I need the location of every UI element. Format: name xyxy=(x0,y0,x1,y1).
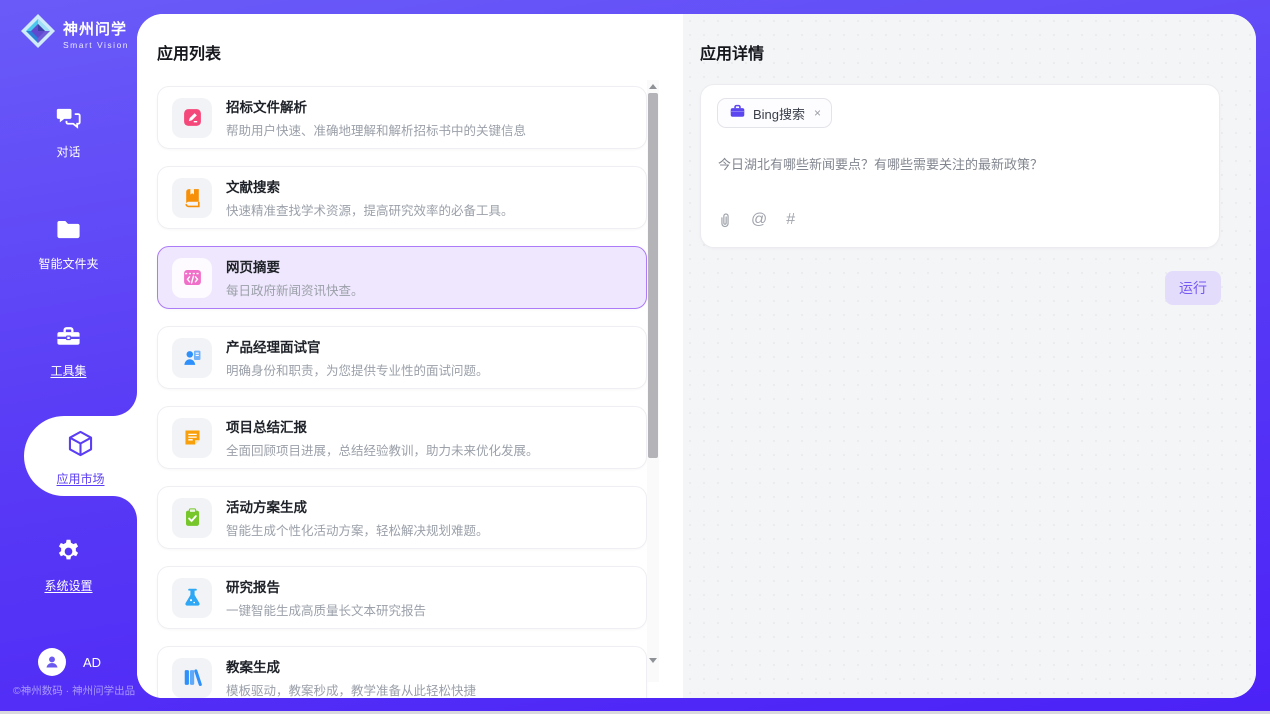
folder-icon xyxy=(55,216,82,248)
tag-label: Bing搜索 xyxy=(753,104,805,123)
browser-icon xyxy=(172,258,212,298)
brand-subtitle: Smart Vision xyxy=(63,40,129,50)
sidebar-item-folder[interactable]: 智能文件夹 xyxy=(0,216,137,272)
user-avatar-icon xyxy=(38,648,66,676)
user-account[interactable]: AD xyxy=(38,648,101,676)
brand-diamond-icon xyxy=(20,13,56,54)
scrollbar[interactable] xyxy=(647,80,659,682)
clipboard-icon xyxy=(172,498,212,538)
app-card[interactable]: 研究报告 一键智能生成高质量长文本研究报告 xyxy=(157,566,647,629)
sidebar-item-cube[interactable]: 应用市场 xyxy=(24,429,137,487)
copyright-text: ©神州数码 · 神州问学出品 xyxy=(13,683,135,698)
app-card-desc: 快速精准查找学术资源，提高研究效率的必备工具。 xyxy=(226,200,514,219)
app-card-title: 项目总结汇报 xyxy=(226,416,539,436)
sidebar: 神州问学 Smart Vision 对话 智能文件夹 工具集 应用市场 系统设置 xyxy=(0,0,137,714)
note-icon xyxy=(172,418,212,458)
prompt-input-card[interactable]: Bing搜索 × 今日湖北有哪些新闻要点？有哪些需要关注的最新政策？ @ # xyxy=(700,84,1220,248)
interview-icon xyxy=(172,338,212,378)
attachment-icon[interactable] xyxy=(718,211,732,229)
app-card[interactable]: 活动方案生成 智能生成个性化活动方案，轻松解决规划难题。 xyxy=(157,486,647,549)
app-card-desc: 全面回顾项目进展，总结经验教训，助力未来优化发展。 xyxy=(226,440,539,459)
app-card-title: 活动方案生成 xyxy=(226,496,489,516)
hash-icon[interactable]: # xyxy=(786,211,795,229)
sidebar-item-toolbox[interactable]: 工具集 xyxy=(0,323,137,379)
app-card-title: 网页摘要 xyxy=(226,256,364,276)
app-card-title: 研究报告 xyxy=(226,576,426,596)
app-card-title: 文献搜索 xyxy=(226,176,514,196)
app-detail-title: 应用详情 xyxy=(700,40,1222,64)
chat-icon xyxy=(55,104,82,136)
app-card-desc: 帮助用户快速、准确地理解和解析招标书中的关键信息 xyxy=(226,120,526,139)
mention-icon[interactable]: @ xyxy=(751,211,767,229)
app-card-title: 教案生成 xyxy=(226,656,476,676)
gear-icon xyxy=(55,538,82,570)
scroll-up-icon[interactable] xyxy=(647,80,659,92)
edit-doc-icon xyxy=(172,98,212,138)
user-name: AD xyxy=(83,655,101,670)
book-icon xyxy=(172,178,212,218)
cube-icon xyxy=(66,429,95,463)
app-card[interactable]: 网页摘要 每日政府新闻资讯快查。 xyxy=(157,246,647,309)
app-card-desc: 智能生成个性化活动方案，轻松解决规划难题。 xyxy=(226,520,489,539)
app-card-desc: 一键智能生成高质量长文本研究报告 xyxy=(226,600,426,619)
tag-close-icon[interactable]: × xyxy=(814,106,821,120)
app-card-desc: 每日政府新闻资讯快查。 xyxy=(226,280,364,299)
app-card[interactable]: 产品经理面试官 明确身份和职责，为您提供专业性的面试问题。 xyxy=(157,326,647,389)
app-card[interactable]: 教案生成 模板驱动，教案秒成，教学准备从此轻松快捷 xyxy=(157,646,647,698)
app-list-title: 应用列表 xyxy=(157,40,647,64)
app-card[interactable]: 招标文件解析 帮助用户快速、准确地理解和解析招标书中的关键信息 xyxy=(157,86,647,149)
scrollbar-thumb[interactable] xyxy=(648,93,658,458)
books-icon xyxy=(172,658,212,698)
brand-logo: 神州问学 Smart Vision xyxy=(20,13,129,54)
toolbox-icon xyxy=(55,323,82,355)
sidebar-item-chat[interactable]: 对话 xyxy=(0,104,137,160)
tool-tag-bing-search[interactable]: Bing搜索 × xyxy=(717,98,832,128)
content-area: 应用列表 招标文件解析 帮助用户快速、准确地理解和解析招标书中的关键信息 文献搜… xyxy=(137,14,1256,698)
app-detail-panel: 应用详情 Bing搜索 × 今日湖北有哪些新闻要点？有哪些需要关注的最新政策？ xyxy=(683,14,1256,698)
app-card-desc: 模板驱动，教案秒成，教学准备从此轻松快捷 xyxy=(226,680,476,698)
app-card-desc: 明确身份和职责，为您提供专业性的面试问题。 xyxy=(226,360,489,379)
app-card[interactable]: 文献搜索 快速精准查找学术资源，提高研究效率的必备工具。 xyxy=(157,166,647,229)
app-card-list: 招标文件解析 帮助用户快速、准确地理解和解析招标书中的关键信息 文献搜索 快速精… xyxy=(157,86,647,698)
input-toolbar: @ # xyxy=(718,211,795,229)
query-text-input[interactable]: 今日湖北有哪些新闻要点？有哪些需要关注的最新政策？ xyxy=(718,154,1203,173)
briefcase-icon xyxy=(729,103,746,124)
app-card[interactable]: 项目总结汇报 全面回顾项目进展，总结经验教训，助力未来优化发展。 xyxy=(157,406,647,469)
app-card-title: 招标文件解析 xyxy=(226,96,526,116)
run-button[interactable]: 运行 xyxy=(1165,271,1221,305)
app-list-panel: 应用列表 招标文件解析 帮助用户快速、准确地理解和解析招标书中的关键信息 文献搜… xyxy=(137,14,683,698)
research-icon xyxy=(172,578,212,618)
brand-name: 神州问学 xyxy=(63,18,129,39)
app-card-title: 产品经理面试官 xyxy=(226,336,489,356)
sidebar-item-gear[interactable]: 系统设置 xyxy=(0,538,137,594)
scroll-down-icon[interactable] xyxy=(647,654,659,666)
